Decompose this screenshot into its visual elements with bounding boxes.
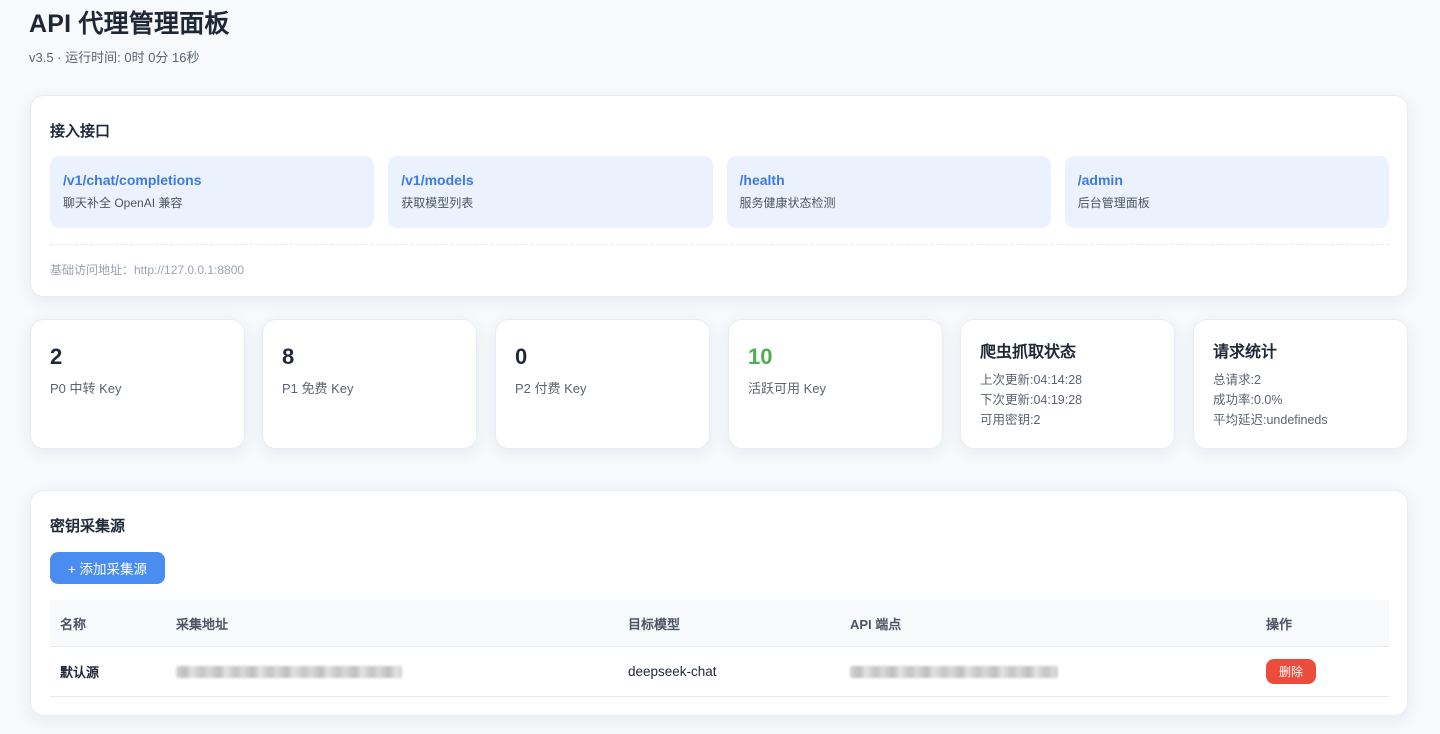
crawler-last-update: 上次更新:04:14:28: [980, 373, 1083, 387]
source-action-cell: 删除: [1256, 646, 1389, 697]
delete-source-button[interactable]: 删除: [1266, 659, 1316, 684]
sources-table: 名称 采集地址 目标模型 API 端点 操作 默认源 deepseek-chat…: [50, 600, 1389, 697]
dashed-divider: [50, 244, 1389, 245]
sources-card: 密钥采集源 + 添加采集源 名称 采集地址 目标模型 API 端点 操作 默认源: [30, 490, 1408, 716]
column-header-action: 操作: [1256, 600, 1389, 647]
endpoint-path: /v1/models: [401, 172, 474, 188]
stat-card-p0: 2 P0 中转 Key: [30, 319, 245, 449]
endpoints-title: 接入接口: [50, 123, 111, 140]
base-url: 基础访问地址：http://127.0.0.1:8800: [50, 263, 245, 277]
column-header-url: 采集地址: [166, 600, 618, 647]
endpoint-desc: 后台管理面板: [1077, 196, 1150, 210]
endpoint-path: /health: [739, 172, 785, 188]
stat-card-active: 10 活跃可用 Key: [728, 319, 943, 449]
endpoint-models[interactable]: /v1/models 获取模型列表: [388, 156, 713, 228]
requests-lines: 总请求:2 成功率:0.0% 平均延迟:undefineds: [1213, 370, 1388, 430]
endpoints-card: 接入接口 /v1/chat/completions 聊天补全 OpenAI 兼容…: [30, 95, 1408, 297]
endpoint-path: /v1/chat/completions: [63, 172, 202, 188]
crawler-status-card: 爬虫抓取状态 上次更新:04:14:28 下次更新:04:19:28 可用密钥:…: [960, 319, 1175, 449]
source-endpoint-cell: [840, 646, 1256, 697]
column-header-name: 名称: [50, 600, 166, 647]
requests-total: 总请求:2: [1213, 373, 1261, 387]
requests-title: 请求统计: [1213, 344, 1278, 361]
stat-card-p1: 8 P1 免费 Key: [262, 319, 477, 449]
stat-value: 10: [748, 344, 773, 369]
endpoint-grid: /v1/chat/completions 聊天补全 OpenAI 兼容 /v1/…: [50, 156, 1389, 228]
source-model: deepseek-chat: [618, 646, 840, 697]
page-header: API 代理管理面板 v3.5 · 运行时间: 0时 0分 16秒: [29, 8, 230, 66]
sources-title: 密钥采集源: [50, 518, 126, 535]
column-header-endpoint: API 端点: [840, 600, 1256, 647]
endpoint-desc: 聊天补全 OpenAI 兼容: [63, 196, 183, 210]
stat-label: 活跃可用 Key: [748, 381, 827, 396]
redacted-endpoint: [850, 666, 1058, 679]
requests-success-rate: 成功率:0.0%: [1213, 393, 1283, 407]
crawler-title: 爬虫抓取状态: [980, 344, 1077, 361]
request-stats-card: 请求统计 总请求:2 成功率:0.0% 平均延迟:undefineds: [1193, 319, 1408, 449]
source-url-cell: [166, 646, 618, 697]
endpoint-admin[interactable]: /admin 后台管理面板: [1064, 156, 1389, 228]
stat-label: P1 免费 Key: [282, 381, 354, 396]
table-row: 默认源 deepseek-chat 删除: [50, 646, 1389, 697]
page-title: API 代理管理面板: [29, 10, 230, 38]
stat-label: P2 付费 Key: [515, 381, 587, 396]
add-source-button[interactable]: + 添加采集源: [50, 552, 165, 584]
version-uptime: v3.5 · 运行时间: 0时 0分 16秒: [29, 50, 200, 65]
crawler-next-update: 下次更新:04:19:28: [980, 393, 1083, 407]
column-header-model: 目标模型: [618, 600, 840, 647]
endpoint-path: /admin: [1077, 172, 1123, 188]
crawler-lines: 上次更新:04:14:28 下次更新:04:19:28 可用密钥:2: [980, 370, 1155, 430]
endpoint-chat-completions[interactable]: /v1/chat/completions 聊天补全 OpenAI 兼容: [50, 156, 375, 228]
stat-value: 8: [282, 344, 295, 369]
endpoint-desc: 服务健康状态检测: [739, 196, 836, 210]
stat-card-p2: 0 P2 付费 Key: [495, 319, 710, 449]
stat-value: 0: [515, 344, 528, 369]
stat-label: P0 中转 Key: [50, 381, 122, 396]
redacted-url: [176, 666, 402, 679]
requests-avg-latency: 平均延迟:undefineds: [1213, 413, 1328, 427]
source-name: 默认源: [50, 646, 166, 697]
table-header-row: 名称 采集地址 目标模型 API 端点 操作: [50, 600, 1389, 647]
stat-value: 2: [50, 344, 63, 369]
crawler-available-keys: 可用密钥:2: [980, 413, 1041, 427]
endpoint-desc: 获取模型列表: [401, 196, 474, 210]
endpoint-health[interactable]: /health 服务健康状态检测: [726, 156, 1051, 228]
